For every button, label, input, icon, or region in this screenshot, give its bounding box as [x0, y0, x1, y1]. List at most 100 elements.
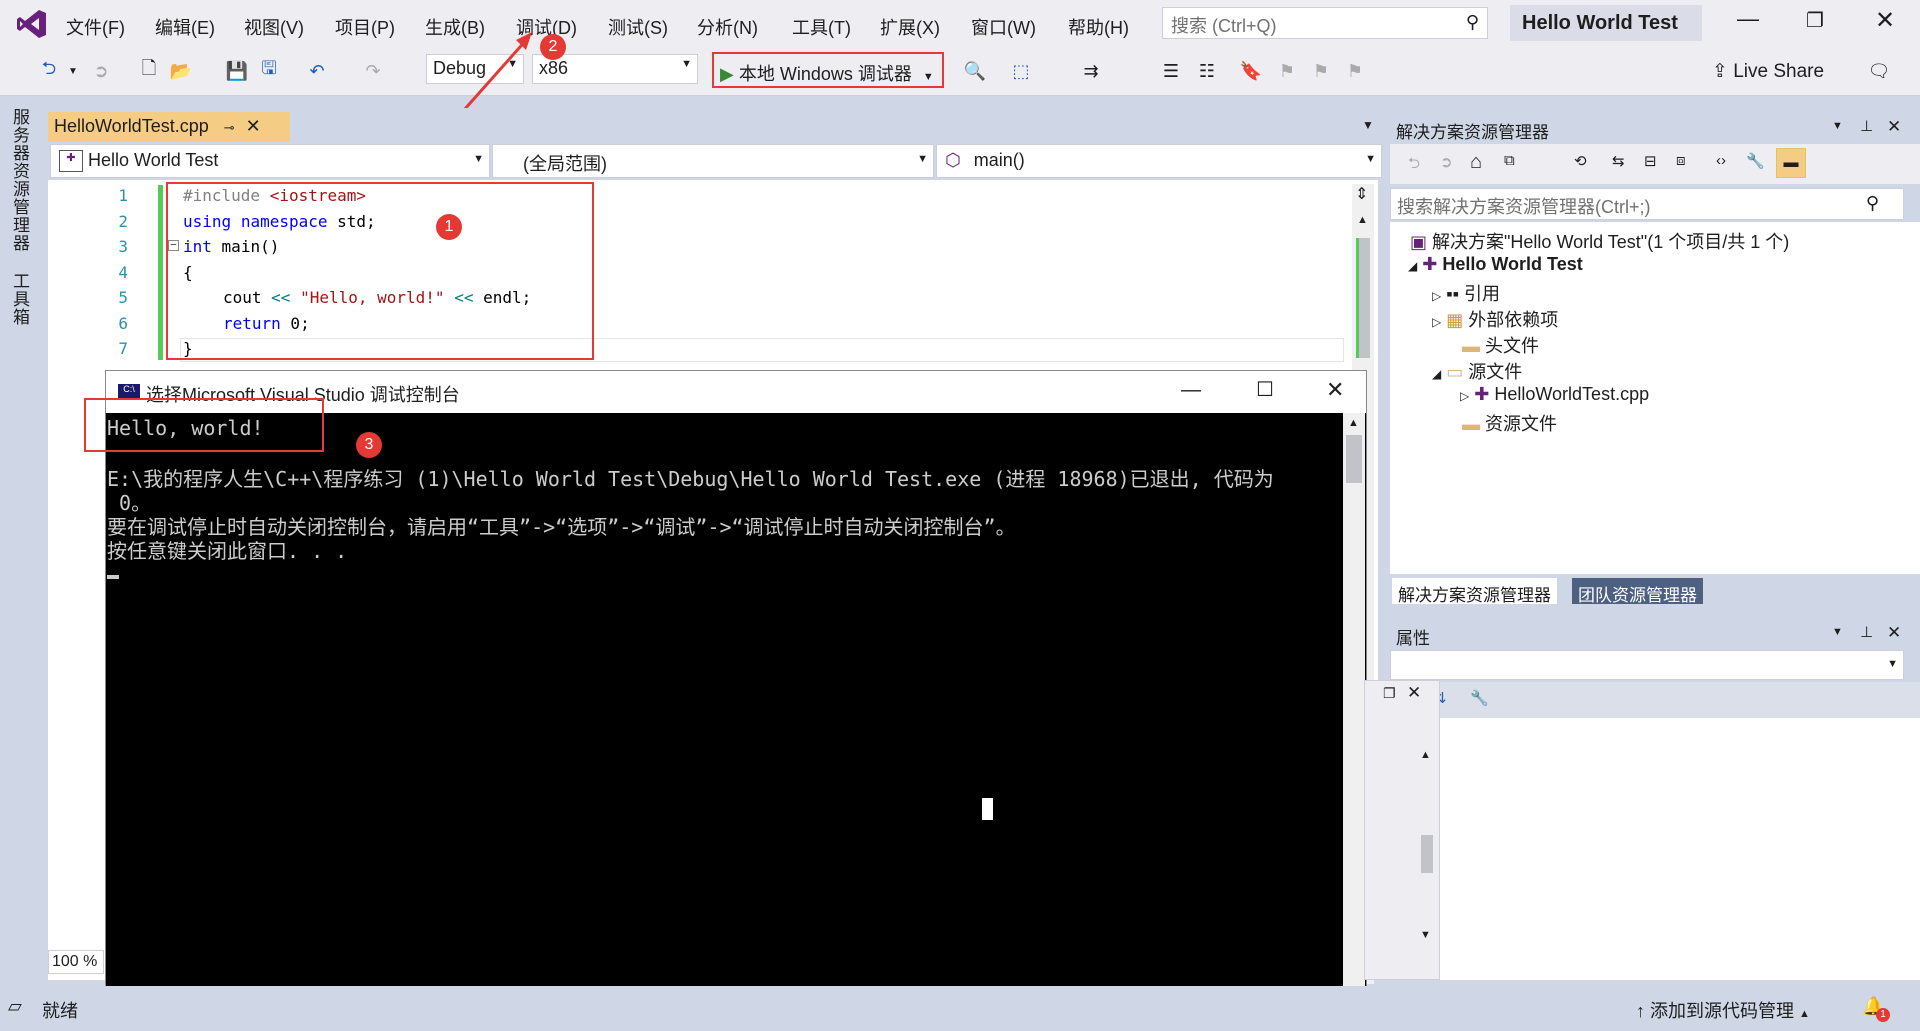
search-icon: ⚲	[1465, 12, 1479, 32]
scroll-up-icon[interactable]: ▲	[1357, 214, 1368, 226]
preview-icon[interactable]: ▬	[1776, 148, 1806, 178]
save-all-icon[interactable]: 🖫	[258, 58, 280, 82]
menu-file[interactable]: 文件(F)	[66, 14, 125, 40]
close-button[interactable]: ✕	[1875, 6, 1895, 35]
tab-solution-explorer[interactable]: 解决方案资源管理器	[1392, 578, 1557, 605]
scroll-down-icon[interactable]: ▼	[1420, 929, 1431, 941]
nav-scope-select[interactable]: (全局范围) ▼	[492, 144, 934, 178]
tree-item-resources[interactable]: ▬ 资源文件	[1462, 410, 1557, 436]
home-icon[interactable]: ⌂	[1470, 151, 1482, 174]
live-share-button[interactable]: ⇪ Live Share	[1712, 60, 1824, 83]
comment-icon[interactable]: ☷	[1196, 60, 1218, 82]
scroll-thumb[interactable]	[1421, 835, 1433, 873]
menu-project[interactable]: 项目(P)	[335, 14, 395, 40]
properties-header: 属性 ▼ ⊥ ✕	[1390, 620, 1920, 648]
forward-icon[interactable]: ➲	[90, 60, 112, 82]
menu-help[interactable]: 帮助(H)	[1068, 14, 1129, 40]
tab-team-explorer[interactable]: 团队资源管理器	[1572, 578, 1703, 605]
toolbox-tab[interactable]: 工具箱	[8, 272, 32, 326]
live-share-label: Live Share	[1733, 61, 1825, 82]
references-icon: ▪▪	[1446, 284, 1460, 304]
minimize-button[interactable]: —	[1737, 6, 1759, 32]
pin-icon[interactable]: ⊸	[224, 120, 235, 135]
tree-item-sources[interactable]: ◢ ▭ 源文件	[1432, 358, 1522, 384]
bookmark-prev-icon[interactable]: ⚑	[1276, 60, 1298, 82]
redo-icon[interactable]: ↷	[362, 60, 384, 82]
save-icon[interactable]: 💾	[226, 60, 248, 82]
console-maximize-button[interactable]: ☐	[1256, 377, 1274, 402]
menu-window[interactable]: 窗口(W)	[971, 14, 1036, 40]
switch-view-icon[interactable]: ⧉	[1504, 152, 1515, 169]
restore-button[interactable]: ❐	[1806, 8, 1824, 33]
tab-hello-world-cpp[interactable]: HelloWorldTest.cpp ⊸ ✕	[48, 112, 290, 142]
scroll-thumb[interactable]	[1346, 435, 1362, 483]
close-icon[interactable]: ✕	[1407, 683, 1421, 703]
server-explorer-tab[interactable]: 服务器资源管理器	[8, 108, 32, 252]
properties-wrench-icon[interactable]: 🔧	[1746, 152, 1765, 170]
tree-item-cpp-file[interactable]: ▷ ✚ HelloWorldTest.cpp	[1460, 384, 1649, 405]
split-icon[interactable]: ⇕	[1355, 184, 1368, 204]
tree-item-headers[interactable]: ▬ 头文件	[1462, 332, 1539, 358]
tree-item-external-deps[interactable]: ▷ ▦ 外部依赖项	[1432, 306, 1558, 332]
scroll-thumb[interactable]	[1356, 238, 1370, 358]
start-debugger-button[interactable]: ▶ 本地 Windows 调试器 ▼	[712, 52, 944, 88]
menu-view[interactable]: 视图(V)	[244, 14, 304, 40]
bookmark-clear-icon[interactable]: ⚑	[1344, 60, 1366, 82]
restore-icon[interactable]: ❐	[1383, 685, 1396, 702]
pin-icon[interactable]: ⊥	[1860, 117, 1873, 135]
tab-close-icon[interactable]: ✕	[246, 116, 261, 136]
menu-tools[interactable]: 工具(T)	[792, 14, 851, 40]
nav-member-select[interactable]: ⬡ main() ▼	[936, 144, 1382, 178]
open-file-icon[interactable]: 📂	[170, 60, 192, 82]
quick-search-input[interactable]: 搜索 (Ctrl+Q) ⚲	[1162, 7, 1488, 39]
nav-project-select[interactable]: ✚ Hello World Test ▼	[50, 144, 490, 178]
back-icon[interactable]: ⮌	[38, 58, 60, 82]
status-ready-icon: ▱	[8, 996, 22, 1016]
console-minimize-button[interactable]: —	[1181, 379, 1201, 402]
console-scrollbar[interactable]: ▲	[1343, 413, 1365, 1018]
console-close-button[interactable]: ✕	[1326, 377, 1344, 403]
tree-item-references[interactable]: ▷ ▪▪ 引用	[1432, 280, 1500, 306]
scroll-up-icon[interactable]: ▲	[1348, 417, 1359, 429]
annotation-badge-2: 2	[540, 34, 566, 60]
collapse-all-icon[interactable]: ⊟	[1644, 152, 1657, 170]
bookmark-next-icon[interactable]: ⚑	[1310, 60, 1332, 82]
tree-item-solution[interactable]: ▣ 解决方案"Hello World Test"(1 个项目/共 1 个)	[1410, 228, 1789, 254]
code-view-icon[interactable]: ‹›	[1716, 152, 1726, 169]
step-icon[interactable]: ⇉	[1080, 60, 1102, 82]
properties-object-select[interactable]: ▼	[1390, 650, 1904, 680]
sync-icon[interactable]: ⇆	[1612, 152, 1625, 170]
back-icon[interactable]: ⮌	[1408, 153, 1420, 178]
feedback-icon[interactable]: 🗨	[1868, 60, 1891, 82]
panel-close-icon[interactable]: ✕	[1887, 117, 1901, 137]
menu-analyze[interactable]: 分析(N)	[697, 14, 758, 40]
undo-icon[interactable]: ↶	[306, 60, 328, 82]
screen-icon[interactable]: ⬚	[1010, 60, 1032, 82]
menu-bar: 文件(F) 编辑(E) 视图(V) 项目(P) 生成(B) 调试(D) 测试(S…	[0, 0, 1160, 48]
indent-icon[interactable]: ☰	[1160, 60, 1182, 82]
solution-search-input[interactable]: 搜索解决方案资源管理器(Ctrl+;) ⚲	[1390, 188, 1904, 220]
panel-menu-icon[interactable]: ▼	[1832, 626, 1843, 638]
zoom-select[interactable]: 100 %	[48, 950, 104, 974]
back-dropdown-icon[interactable]: ▼	[62, 60, 84, 82]
source-control-button[interactable]: ↑ 添加到源代码管理 ▲	[1636, 997, 1810, 1023]
panel-menu-icon[interactable]: ▼	[1832, 120, 1843, 132]
find-icon[interactable]: 🔍	[964, 60, 986, 82]
new-project-icon[interactable]: 🗋	[138, 58, 160, 82]
menu-extensions[interactable]: 扩展(X)	[880, 14, 940, 40]
scroll-up-icon[interactable]: ▲	[1420, 749, 1431, 761]
history-icon[interactable]: ⟲	[1574, 152, 1587, 170]
bookmark-icon[interactable]: 🔖	[1240, 60, 1262, 82]
show-all-icon[interactable]: ⧈	[1676, 152, 1686, 169]
tree-item-project[interactable]: ◢ ✚ Hello World Test	[1408, 254, 1583, 275]
tab-overflow-icon[interactable]: ▼	[1362, 118, 1374, 132]
menu-test[interactable]: 测试(S)	[608, 14, 668, 40]
solution-title-badge: Hello World Test	[1510, 5, 1702, 41]
menu-edit[interactable]: 编辑(E)	[155, 14, 215, 40]
forward-icon[interactable]: ➲	[1440, 153, 1453, 171]
chevron-down-icon: ▼	[922, 71, 934, 83]
panel-close-icon[interactable]: ✕	[1887, 623, 1901, 643]
wrench-icon[interactable]: 🔧	[1470, 689, 1489, 707]
fragment-scrollbar[interactable]: ▲ ▼	[1415, 749, 1437, 949]
pin-icon[interactable]: ⊥	[1860, 623, 1873, 641]
